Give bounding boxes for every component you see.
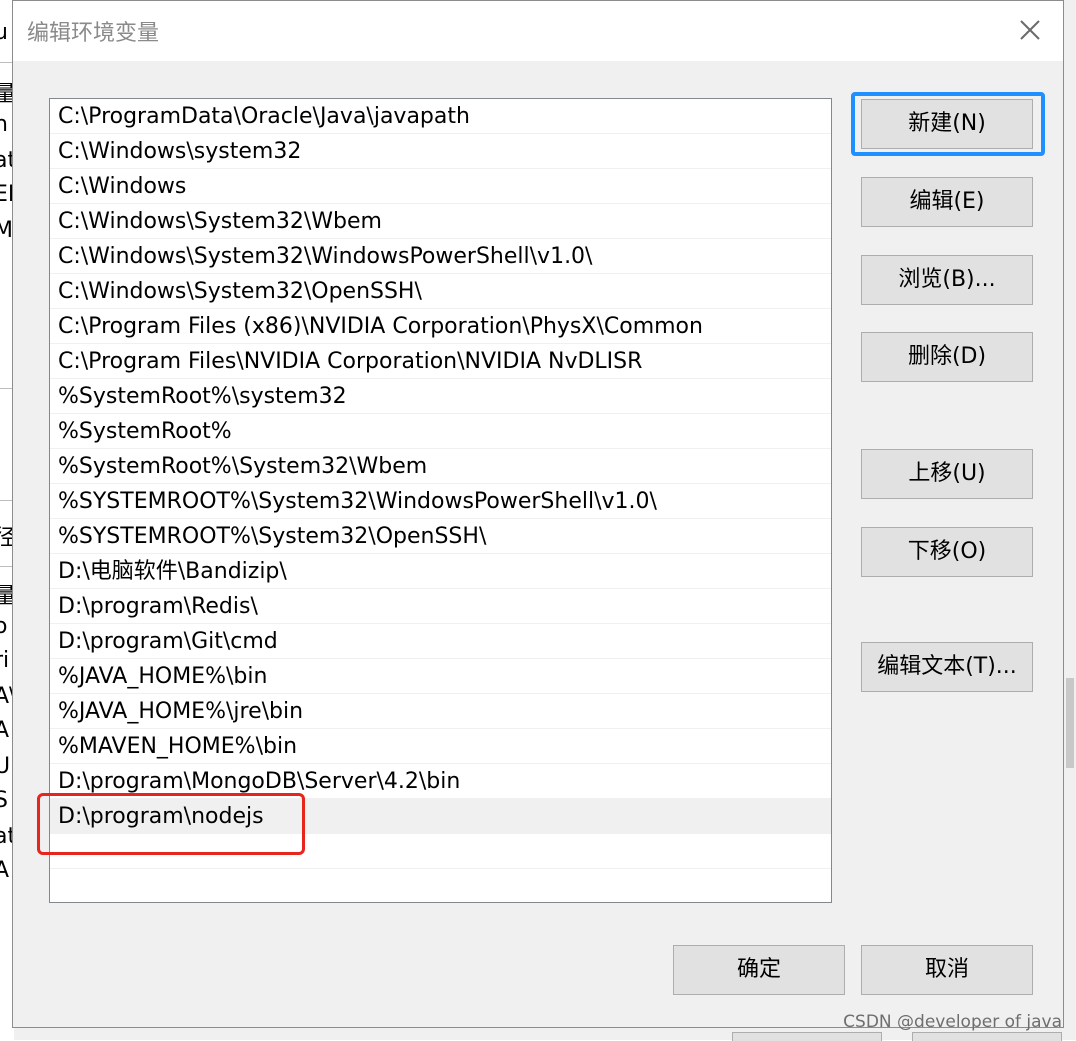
close-button[interactable] — [1013, 13, 1047, 47]
background-window-right-edge — [1064, 60, 1076, 1040]
list-item[interactable]: %SystemRoot%\System32\Wbem — [50, 449, 831, 484]
list-item[interactable]: D:\program\nodejs — [50, 799, 831, 834]
list-item[interactable]: %SystemRoot%\system32 — [50, 379, 831, 414]
path-list[interactable]: C:\ProgramData\Oracle\Java\javapathC:\Wi… — [49, 98, 832, 903]
list-item[interactable]: %SYSTEMROOT%\System32\OpenSSH\ — [50, 519, 831, 554]
move-up-button[interactable]: 上移(U) — [861, 449, 1033, 499]
cancel-button[interactable]: 取消 — [861, 945, 1033, 995]
list-item[interactable]: D:\program\MongoDB\Server\4.2\bin — [50, 764, 831, 799]
ok-button[interactable]: 确定 — [673, 945, 845, 995]
background-scrollbar-thumb[interactable] — [1066, 678, 1074, 768]
list-item[interactable]: C:\Windows\System32\OpenSSH\ — [50, 274, 831, 309]
list-item[interactable]: D:\电脑软件\Bandizip\ — [50, 554, 831, 589]
move-down-button[interactable]: 下移(O) — [861, 527, 1033, 577]
list-item[interactable]: C:\Windows\System32\WindowsPowerShell\v1… — [50, 239, 831, 274]
list-item[interactable]: %JAVA_HOME%\jre\bin — [50, 694, 831, 729]
edit-button[interactable]: 编辑(E) — [861, 177, 1033, 227]
list-item[interactable]: D:\program\Git\cmd — [50, 624, 831, 659]
list-item[interactable]: D:\program\Redis\ — [50, 589, 831, 624]
edit-text-button[interactable]: 编辑文本(T)... — [861, 642, 1033, 692]
list-item[interactable]: %SYSTEMROOT%\System32\WindowsPowerShell\… — [50, 484, 831, 519]
list-item[interactable]: %SystemRoot% — [50, 414, 831, 449]
browse-button[interactable]: 浏览(B)... — [861, 255, 1033, 305]
list-item[interactable]: %JAVA_HOME%\bin — [50, 659, 831, 694]
list-item-empty[interactable] — [50, 834, 831, 869]
title-bar: 编辑环境变量 — [13, 1, 1063, 61]
new-button[interactable]: 新建(N) — [861, 99, 1033, 149]
list-item[interactable]: C:\Windows — [50, 169, 831, 204]
watermark: CSDN @developer of java — [843, 1012, 1062, 1032]
list-item[interactable]: C:\Program Files\NVIDIA Corporation\NVID… — [50, 344, 831, 379]
list-item[interactable]: C:\ProgramData\Oracle\Java\javapath — [50, 99, 831, 134]
list-item[interactable]: C:\Program Files (x86)\NVIDIA Corporatio… — [50, 309, 831, 344]
list-item[interactable]: C:\Windows\system32 — [50, 134, 831, 169]
dialog-title: 编辑环境变量 — [27, 15, 159, 47]
close-icon — [1013, 13, 1047, 47]
list-item[interactable]: C:\Windows\System32\Wbem — [50, 204, 831, 239]
edit-env-variable-dialog: 编辑环境变量 C:\ProgramData\Oracle\Java\javapa… — [12, 0, 1064, 1028]
delete-button[interactable]: 删除(D) — [861, 332, 1033, 382]
list-item[interactable]: %MAVEN_HOME%\bin — [50, 729, 831, 764]
